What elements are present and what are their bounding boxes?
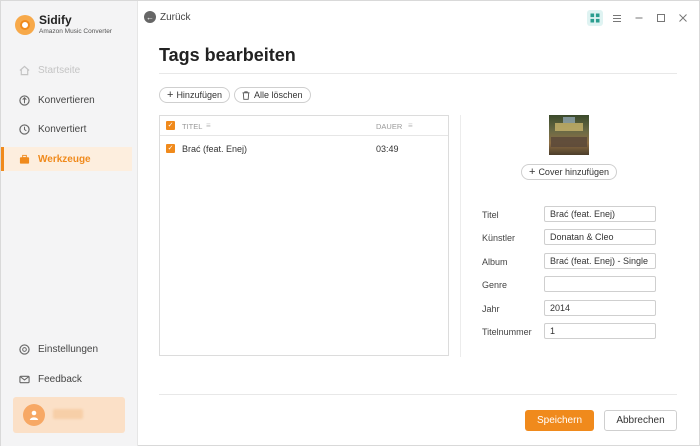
- save-button[interactable]: Speichern: [525, 410, 594, 431]
- genre-field[interactable]: [544, 276, 656, 292]
- clear-all-button[interactable]: Alle löschen: [234, 87, 311, 103]
- clock-icon: [18, 123, 30, 135]
- row-title: Brać (feat. Enej): [182, 144, 248, 154]
- grid-view-icon[interactable]: [587, 10, 603, 26]
- plus-icon: +: [529, 166, 536, 178]
- sidebar-item-label: Feedback: [38, 373, 82, 385]
- window-controls: [587, 10, 691, 26]
- album-label: Album: [482, 257, 508, 267]
- column-title: TITEL: [182, 122, 203, 131]
- add-cover-label: Cover hinzufügen: [538, 167, 609, 177]
- sidebar-item-label: Konvertieren: [38, 94, 95, 106]
- trash-icon: [242, 90, 250, 100]
- column-duration: DAUER: [376, 122, 403, 131]
- footer-divider: [159, 394, 677, 395]
- plus-icon: +: [167, 89, 174, 101]
- sidebar-item-konvertiert[interactable]: Konvertiert: [1, 117, 132, 141]
- add-button[interactable]: + Hinzufügen: [159, 87, 230, 103]
- sidebar-item-label: Startseite: [38, 64, 81, 76]
- avatar: [23, 404, 45, 426]
- mail-icon: [18, 373, 30, 385]
- row-duration: 03:49: [376, 144, 399, 154]
- track-list: ✓ TITEL ≡ DAUER ≡ ✓ Brać (feat. Enej) 03…: [159, 115, 449, 356]
- convert-icon: [18, 94, 30, 106]
- title-field[interactable]: Brać (feat. Enej): [544, 206, 656, 222]
- back-arrow-icon: ←: [144, 11, 156, 23]
- track-number-label: Titelnummer: [482, 327, 532, 337]
- genre-label: Genre: [482, 280, 508, 290]
- add-label: Hinzufügen: [176, 90, 222, 100]
- sidebar-item-label: Werkzeuge: [38, 153, 91, 165]
- gear-icon: [18, 343, 30, 355]
- select-all-checkbox[interactable]: ✓: [166, 121, 175, 130]
- album-field[interactable]: Brać (feat. Enej) - Single: [544, 253, 656, 269]
- user-account[interactable]: [13, 397, 125, 433]
- menu-icon[interactable]: [609, 10, 625, 26]
- sidebar-item-einstellungen[interactable]: Einstellungen: [1, 337, 132, 361]
- sidebar: Sidify Amazon Music Converter Startseite…: [1, 1, 138, 446]
- home-icon: [18, 64, 30, 76]
- minimize-icon[interactable]: [631, 10, 647, 26]
- album-cover: [549, 115, 589, 155]
- close-icon[interactable]: [675, 10, 691, 26]
- back-label: Zurück: [160, 11, 191, 23]
- title-label: Titel: [482, 210, 499, 220]
- maximize-icon[interactable]: [653, 10, 669, 26]
- artist-label: Künstler: [482, 233, 516, 243]
- page-title: Tags bearbeiten: [159, 45, 296, 65]
- year-label: Jahr: [482, 304, 500, 314]
- back-button[interactable]: ← Zurück: [144, 11, 191, 23]
- user-name-redacted: [53, 409, 83, 419]
- clear-all-label: Alle löschen: [254, 90, 303, 100]
- sidebar-item-label: Einstellungen: [38, 343, 99, 355]
- artist-field[interactable]: Donatan & Cleo: [544, 229, 656, 245]
- add-cover-button[interactable]: + Cover hinzufügen: [521, 164, 617, 180]
- app-logo: [15, 15, 35, 35]
- app-window: Sidify Amazon Music Converter Startseite…: [0, 0, 700, 446]
- sort-icon[interactable]: ≡: [206, 121, 211, 130]
- sidebar-item-startseite[interactable]: Startseite: [1, 58, 132, 82]
- panel-divider: [460, 115, 461, 357]
- brand-name: Sidify: [39, 13, 72, 27]
- row-checkbox[interactable]: ✓: [166, 144, 175, 153]
- sidebar-item-konvertieren[interactable]: Konvertieren: [1, 88, 132, 112]
- year-field[interactable]: 2014: [544, 300, 656, 316]
- sidebar-item-werkzeuge[interactable]: Werkzeuge: [1, 147, 132, 171]
- list-header: ✓ TITEL ≡ DAUER ≡: [160, 116, 448, 136]
- sidebar-item-label: Konvertiert: [38, 123, 87, 135]
- track-number-field[interactable]: 1: [544, 323, 656, 339]
- toolbox-icon: [18, 153, 30, 165]
- cancel-button[interactable]: Abbrechen: [604, 410, 677, 431]
- sidebar-item-feedback[interactable]: Feedback: [1, 367, 132, 391]
- sort-icon[interactable]: ≡: [408, 121, 413, 130]
- brand-subtitle: Amazon Music Converter: [39, 28, 112, 35]
- title-divider: [159, 73, 677, 74]
